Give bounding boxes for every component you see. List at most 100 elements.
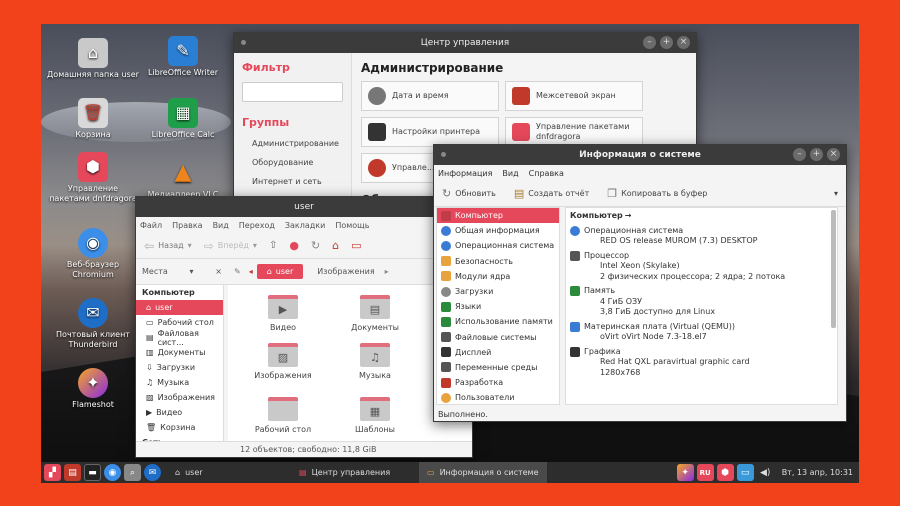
minimize-button[interactable]: – [643, 36, 656, 49]
computer-icon[interactable]: ▭ [351, 239, 361, 252]
maximize-button[interactable]: + [660, 36, 673, 49]
folder-documents[interactable]: ▤ Документы [330, 295, 420, 332]
desktop-icon-calc[interactable]: ▦ LibreOffice Calc [137, 98, 229, 140]
menu-view[interactable]: Вид [213, 221, 229, 230]
back-button[interactable]: ⇦ Назад ▾ [144, 239, 192, 253]
up-icon[interactable]: ⇧ [269, 240, 277, 251]
minimize-button[interactable]: – [793, 148, 806, 161]
desktop-icon-vlc[interactable]: ▲ Медиаплеер VLC [137, 158, 229, 200]
category-memory-usage[interactable]: Использование памяти [437, 314, 559, 329]
path-right-arrow-icon[interactable]: ▸ [385, 267, 389, 276]
keyboard-layout-indicator[interactable]: RU [696, 464, 714, 481]
chromium-launcher-icon[interactable]: ◉ [104, 464, 121, 481]
detail-scrollbar[interactable] [831, 210, 836, 328]
sysinfo-titlebar[interactable]: Информация о системе – + × [434, 145, 846, 165]
taskbar-task-user[interactable]: ⌂ user [167, 462, 291, 483]
category-kernel-modules[interactable]: Модули ядра [437, 269, 559, 284]
window-menu-icon[interactable] [241, 40, 246, 45]
update-tray-icon[interactable]: ⬢ [716, 464, 734, 481]
category-users[interactable]: Пользователи [437, 390, 559, 405]
menu-bookmarks[interactable]: Закладки [285, 221, 325, 230]
places-dropdown[interactable]: Места ▾ × [136, 267, 228, 276]
sidebar-item-video[interactable]: ▶ Видео [136, 405, 223, 420]
network-icon[interactable]: ▭ [736, 464, 754, 481]
sidebar-item-documents[interactable]: ▥ Документы [136, 345, 223, 360]
menu-file[interactable]: Файл [140, 221, 162, 230]
category-environment[interactable]: Переменные среды [437, 360, 559, 375]
control-center-launcher-icon[interactable]: ▤ [64, 464, 81, 481]
desktop-icon-flameshot[interactable]: ✦ Flameshot [47, 368, 139, 410]
desktop-icon-thunderbird[interactable]: ✉ Почтовый клиент Thunderbird [47, 298, 139, 350]
desktop-icon-writer[interactable]: ✎ LibreOffice Writer [137, 36, 229, 78]
edit-path-icon[interactable]: ✎ [234, 267, 241, 276]
path-button-user[interactable]: ⌂ user [256, 264, 304, 279]
desktop-icon-trash[interactable]: 🗑 Корзина [47, 98, 139, 140]
folder-desktop[interactable]: Рабочий стол [238, 397, 328, 434]
filter-search-input[interactable] [242, 82, 343, 102]
category-boots[interactable]: Загрузки [437, 284, 559, 299]
category-filesystems[interactable]: Файловые системы [437, 330, 559, 345]
terminal-launcher-icon[interactable]: ▬ [84, 464, 101, 481]
reload-icon[interactable]: ↻ [311, 239, 320, 252]
group-hardware[interactable]: Оборудование [242, 158, 343, 167]
path-left-arrow-icon[interactable]: ◂ [249, 267, 253, 276]
calc-icon: ▦ [168, 98, 198, 128]
clock[interactable]: Вт, 13 апр, 10:31 [782, 468, 853, 477]
folder-video[interactable]: ▶ Видео [238, 295, 328, 332]
flameshot-tray-icon[interactable]: ✦ [676, 464, 694, 481]
desktop-icon-dnfdragora[interactable]: ⬢ Управление пакетами dnfdragora [47, 152, 139, 204]
refresh-button[interactable]: ↻ Обновить [442, 187, 496, 200]
stop-icon[interactable]: ● [289, 239, 299, 252]
card-date-time[interactable]: Дата и время [361, 81, 499, 111]
menu-help[interactable]: Помощь [335, 221, 369, 230]
category-computer[interactable]: Компьютер [437, 208, 559, 224]
desktop-icon-home[interactable]: ⌂ Домашняя папка user [47, 38, 139, 80]
sidebar-item-music[interactable]: ♫ Музыка [136, 375, 223, 390]
sidebar-item-user[interactable]: ⌂ user [136, 300, 223, 315]
file-manager-titlebar[interactable]: user [136, 197, 472, 217]
folder-music[interactable]: ♫ Музыка [330, 343, 420, 380]
category-development[interactable]: Разработка [437, 375, 559, 390]
close-button[interactable]: × [677, 36, 690, 49]
folder-pictures[interactable]: ▨ Изображения [238, 343, 328, 380]
menu-edit[interactable]: Правка [172, 221, 202, 230]
create-report-button[interactable]: ▤ Создать отчёт [514, 187, 589, 200]
pictures-icon: ▨ [146, 393, 154, 402]
sidebar-item-pictures[interactable]: ▨ Изображения [136, 390, 223, 405]
sidebar-item-trash[interactable]: 🗑 Корзина [136, 420, 223, 435]
window-menu-icon[interactable] [441, 152, 446, 157]
toolbar-overflow-icon[interactable]: ▾ [834, 189, 838, 198]
maximize-button[interactable]: + [810, 148, 823, 161]
category-display[interactable]: Дисплей [437, 345, 559, 360]
sidebar-item-downloads[interactable]: ⇩ Загрузки [136, 360, 223, 375]
card-printer-settings[interactable]: Настройки принтера [361, 117, 499, 147]
taskbar-task-sysinfo[interactable]: ▭ Информация о системе [419, 462, 547, 483]
path-button-pictures[interactable]: Изображения [317, 267, 374, 276]
menu-information[interactable]: Информация [438, 169, 492, 178]
menu-view[interactable]: Вид [502, 169, 518, 178]
menu-help[interactable]: Справка [529, 169, 564, 178]
menu-go[interactable]: Переход [239, 221, 275, 230]
category-languages[interactable]: Языки [437, 299, 559, 314]
search-launcher-icon[interactable]: ⌕ [124, 464, 141, 481]
category-summary[interactable]: Общая информация [437, 223, 559, 238]
folder-templates[interactable]: ▦ Шаблоны [330, 397, 420, 434]
app-menu-icon[interactable]: ▞ [44, 464, 61, 481]
desktop-icon-chromium[interactable]: ◉ Веб-браузер Chromium [47, 228, 139, 280]
sidebar-item-filesystem[interactable]: ▤ Файловая сист... [136, 329, 223, 347]
home-icon[interactable]: ⌂ [332, 239, 339, 252]
forward-button[interactable]: ⇨ Вперёд ▾ [204, 239, 257, 253]
group-administration[interactable]: Администрирование [242, 139, 343, 148]
close-button[interactable]: × [827, 148, 840, 161]
category-os[interactable]: Операционная система [437, 238, 559, 253]
close-icon[interactable]: × [215, 267, 222, 276]
thunderbird-launcher-icon[interactable]: ✉ [144, 464, 161, 481]
taskbar-task-control-center[interactable]: ▤ Центр управления [291, 462, 419, 483]
volume-icon[interactable]: ◀) [757, 464, 774, 481]
group-network[interactable]: Интернет и сеть [242, 177, 343, 186]
control-center-titlebar[interactable]: Центр управления – + × [234, 33, 696, 53]
card-firewall[interactable]: Межсетевой экран [505, 81, 643, 111]
copy-to-clipboard-button[interactable]: ❐ Копировать в буфер [607, 187, 707, 200]
category-security[interactable]: Безопасность [437, 254, 559, 269]
card-package-manager[interactable]: Управление пакетами dnfdragora [505, 117, 643, 147]
